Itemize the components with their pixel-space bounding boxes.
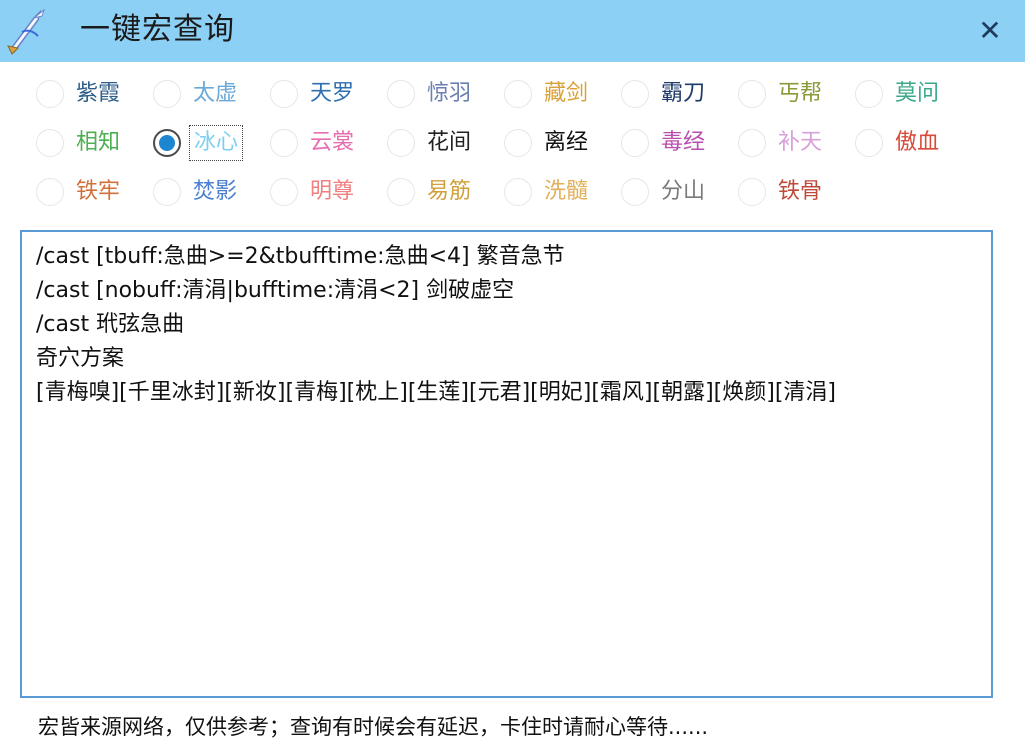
radio-circle[interactable] (387, 178, 415, 206)
macro-line: /cast [nobuff:清涓|bufftime:清涓<2] 剑破虚空 (36, 278, 515, 303)
radio-circle[interactable] (504, 178, 532, 206)
macro-line: 奇穴方案 (36, 346, 125, 371)
school-radio-8[interactable]: 相知 (36, 123, 146, 163)
school-radio-22[interactable]: 铁骨 (738, 172, 848, 212)
radio-label: 易筋 (427, 179, 472, 204)
school-radio-1[interactable]: 太虚 (153, 74, 263, 114)
radio-circle[interactable] (504, 80, 532, 108)
radio-label: 铁牢 (76, 179, 121, 204)
school-radio-5[interactable]: 霸刀 (621, 74, 731, 114)
macro-line: /cast 玳弦急曲 (36, 312, 185, 337)
school-radio-15[interactable]: 傲血 (855, 123, 965, 163)
radio-label: 惊羽 (427, 81, 472, 106)
school-radio-12[interactable]: 离经 (504, 123, 614, 163)
radio-circle[interactable] (270, 178, 298, 206)
close-button[interactable]: ✕ (968, 12, 1012, 50)
radio-circle[interactable] (738, 80, 766, 108)
radio-label: 天罗 (310, 81, 355, 106)
radio-label: 铁骨 (778, 179, 823, 204)
radio-circle[interactable] (153, 129, 181, 157)
school-radio-6[interactable]: 丐帮 (738, 74, 848, 114)
title-bar[interactable]: 一键宏查询 ✕ (0, 0, 1025, 62)
radio-circle[interactable] (621, 178, 649, 206)
school-radio-11[interactable]: 花间 (387, 123, 497, 163)
radio-circle[interactable] (504, 129, 532, 157)
radio-label: 紫霞 (76, 81, 121, 106)
radio-circle[interactable] (387, 129, 415, 157)
radio-circle[interactable] (621, 80, 649, 108)
radio-label: 太虚 (193, 81, 238, 106)
school-radio-group: 紫霞 太虚 天罗 惊羽 藏剑 霸刀 丐帮 莫问相知 冰心 云裳 花间 离经 毒经 补天 傲血铁牢 焚影 明尊 易筋… (36, 74, 1016, 224)
radio-circle[interactable] (36, 80, 64, 108)
radio-label: 傲血 (895, 130, 940, 155)
radio-circle[interactable] (738, 129, 766, 157)
radio-label: 相知 (76, 130, 121, 155)
macro-line: /cast [tbuff:急曲>=2&tbufftime:急曲<4] 繁音急节 (36, 244, 565, 269)
footer-note: 宏皆来源网络，仅供参考；查询有时候会有延迟，卡住时请耐心等待...... (38, 715, 709, 739)
radio-label: 分山 (661, 179, 706, 204)
radio-label: 洗髓 (544, 179, 589, 204)
school-radio-21[interactable]: 分山 (621, 172, 731, 212)
sword-app-icon (7, 8, 46, 55)
radio-circle[interactable] (855, 80, 883, 108)
macro-line: [青梅嗅][千里冰封][新妆][青梅][枕上][生莲][元君][明妃][霜风][… (36, 380, 836, 405)
school-radio-4[interactable]: 藏剑 (504, 74, 614, 114)
radio-circle[interactable] (855, 129, 883, 157)
macro-query-window: 一键宏查询 ✕ 紫霞 太虚 天罗 惊羽 藏剑 霸刀 丐帮 莫问相知 冰心 云裳 花间 离经 毒经 补天 傲血… (0, 0, 1025, 750)
radio-label: 霸刀 (661, 81, 706, 106)
radio-label: 焚影 (193, 179, 238, 204)
radio-label: 补天 (778, 130, 823, 155)
school-radio-19[interactable]: 易筋 (387, 172, 497, 212)
school-radio-14[interactable]: 补天 (738, 123, 848, 163)
radio-label: 花间 (427, 130, 472, 155)
radio-label: 明尊 (310, 179, 355, 204)
window-title: 一键宏查询 (80, 12, 235, 47)
radio-circle[interactable] (738, 178, 766, 206)
school-radio-10[interactable]: 云裳 (270, 123, 380, 163)
radio-circle[interactable] (153, 80, 181, 108)
radio-label: 离经 (544, 130, 589, 155)
school-radio-20[interactable]: 洗髓 (504, 172, 614, 212)
radio-circle[interactable] (387, 80, 415, 108)
school-radio-9[interactable]: 冰心 (153, 123, 263, 163)
radio-label: 藏剑 (544, 81, 589, 106)
school-radio-2[interactable]: 天罗 (270, 74, 380, 114)
radio-label: 莫问 (895, 81, 940, 106)
radio-circle[interactable] (270, 129, 298, 157)
radio-circle[interactable] (621, 129, 649, 157)
school-radio-16[interactable]: 铁牢 (36, 172, 146, 212)
radio-label: 丐帮 (778, 81, 823, 106)
school-radio-3[interactable]: 惊羽 (387, 74, 497, 114)
radio-circle[interactable] (270, 80, 298, 108)
radio-circle[interactable] (36, 129, 64, 157)
school-radio-7[interactable]: 莫问 (855, 74, 965, 114)
school-radio-0[interactable]: 紫霞 (36, 74, 146, 114)
radio-label: 毒经 (661, 130, 706, 155)
school-radio-17[interactable]: 焚影 (153, 172, 263, 212)
radio-circle[interactable] (153, 178, 181, 206)
school-radio-18[interactable]: 明尊 (270, 172, 380, 212)
radio-label: 云裳 (310, 130, 355, 155)
radio-label: 冰心 (189, 125, 244, 161)
macro-text-area[interactable]: /cast [tbuff:急曲>=2&tbufftime:急曲<4] 繁音急节 /… (20, 230, 993, 698)
radio-circle[interactable] (36, 178, 64, 206)
school-radio-13[interactable]: 毒经 (621, 123, 731, 163)
